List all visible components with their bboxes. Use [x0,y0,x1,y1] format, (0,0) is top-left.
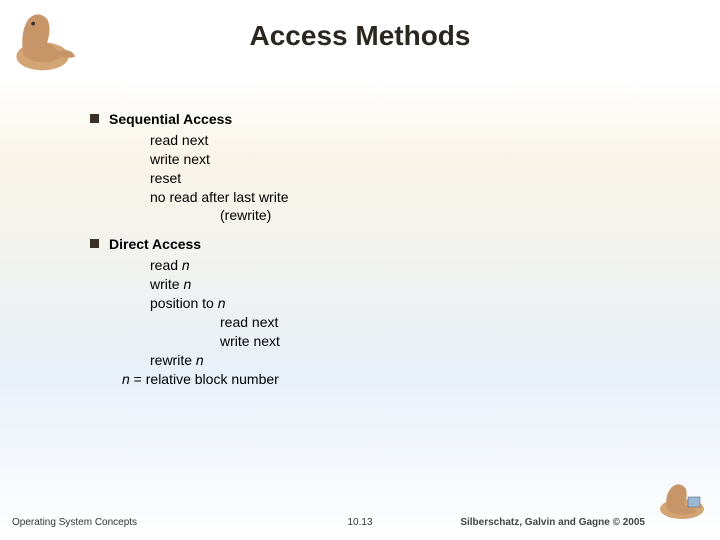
list-item: read next [150,131,289,150]
dinosaur-bottom-image [652,477,712,522]
square-bullet-icon [90,239,99,248]
list-item: write next [220,332,289,351]
square-bullet-icon [90,114,99,123]
list-item: read n [150,256,289,275]
list-item: no read after last write [150,188,289,207]
list-item: read next [220,313,289,332]
footer-left: Operating System Concepts [12,517,137,528]
list-item: rewrite n [150,351,289,370]
list-item: write n [150,275,289,294]
list-item: reset [150,169,289,188]
slide-content: Sequential Access read next write next r… [90,110,289,388]
heading-sequential: Sequential Access [109,110,232,129]
bullet-sequential: Sequential Access [90,110,289,129]
list-item: write next [150,150,289,169]
bullet-direct: Direct Access [90,235,289,254]
list-item: (rewrite) [220,206,289,225]
slide-title: Access Methods [0,20,720,52]
heading-direct: Direct Access [109,235,201,254]
list-item: position to n [150,294,289,313]
footer-copyright: Silberschatz, Galvin and Gagne © 2005 [460,517,645,528]
footer-page-number: 10.13 [347,517,372,528]
slide: Access Methods Sequential Access read ne… [0,0,720,540]
note-line: n = relative block number [122,370,289,389]
